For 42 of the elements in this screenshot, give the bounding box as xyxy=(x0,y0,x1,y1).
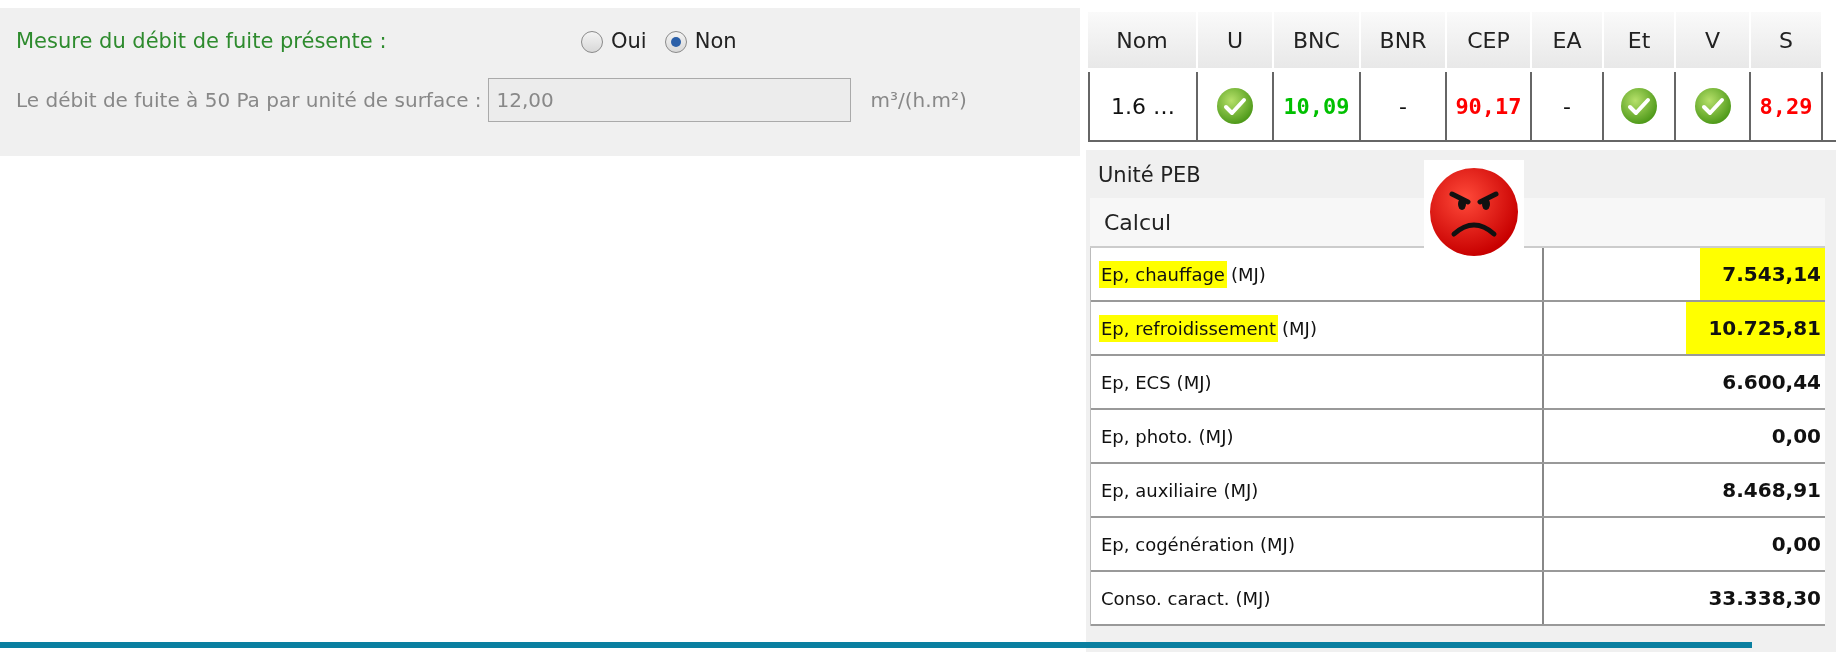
row-value: 10.725,81 xyxy=(1686,302,1825,354)
table-cell-text: - xyxy=(1399,92,1407,121)
table-cell-text: 10,09 xyxy=(1283,92,1350,121)
column-header[interactable]: V xyxy=(1676,12,1751,68)
unit-label: (MJ) xyxy=(1198,424,1234,449)
table-cell-text: 90,17 xyxy=(1455,92,1522,121)
unit-label: (MJ) xyxy=(1176,370,1212,395)
column-header[interactable]: BNC xyxy=(1274,12,1361,68)
row-label: Conso. caract. xyxy=(1100,586,1231,611)
column-header[interactable]: S xyxy=(1751,12,1823,68)
unit-label: (MJ) xyxy=(1282,316,1317,341)
column-header[interactable]: EA xyxy=(1532,12,1604,68)
table-cell-text: 8,29 xyxy=(1759,92,1813,121)
field-label: Mesure du débit de fuite présente : xyxy=(16,28,388,56)
row-value: 0,00 xyxy=(1770,423,1822,450)
table-cell-text: - xyxy=(1563,92,1571,121)
field-label: Le débit de fuite à 50 Pa par unité de surface : xyxy=(16,87,482,114)
group-title: Unité PEB xyxy=(1098,162,1201,189)
row-value: 6.600,44 xyxy=(1721,369,1822,396)
row-value: 8.468,91 xyxy=(1721,477,1822,504)
row-label: Ep, photo. xyxy=(1100,424,1194,449)
radio-option[interactable]: Non xyxy=(664,26,737,58)
unit-label: m³/(h.m²) xyxy=(870,87,967,114)
row-value: 33.338,30 xyxy=(1707,585,1822,612)
column-header[interactable]: BNR xyxy=(1361,12,1447,68)
column-header[interactable]: U xyxy=(1198,12,1274,68)
radio-option[interactable]: Oui xyxy=(581,26,647,58)
row-label: Ep, ECS xyxy=(1100,370,1172,395)
unit-label: (MJ) xyxy=(1235,586,1271,611)
row-value: 7.543,14 xyxy=(1700,248,1825,300)
table-cell-text: 1.6 … xyxy=(1111,92,1175,121)
unit-label: (MJ) xyxy=(1260,532,1295,557)
row-label: Ep, refroidissement xyxy=(1099,314,1278,342)
row-label: Ep, chauffage xyxy=(1099,260,1227,288)
row-label: Ep, cogénération xyxy=(1100,532,1256,557)
row-value: 0,00 xyxy=(1770,531,1822,558)
column-header[interactable]: Nom xyxy=(1088,12,1198,68)
column-header[interactable]: CEP xyxy=(1447,12,1532,68)
column-header[interactable]: Et xyxy=(1604,12,1676,68)
row-label: Ep, auxiliaire xyxy=(1100,478,1219,503)
unit-label: (MJ) xyxy=(1223,478,1259,503)
unit-label: (MJ) xyxy=(1230,262,1266,287)
